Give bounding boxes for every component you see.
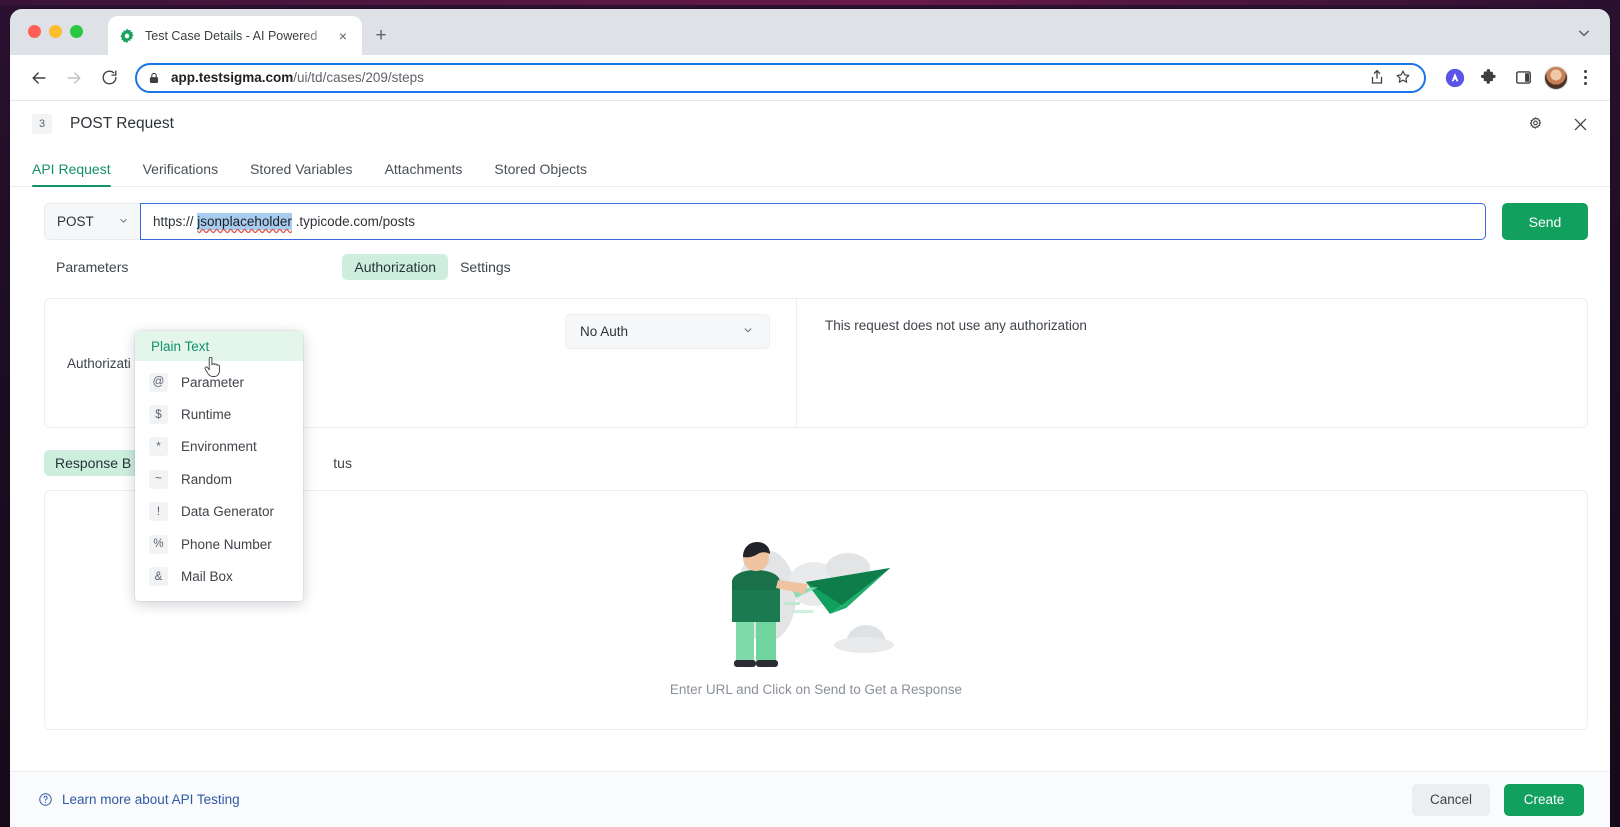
response-tab-status[interactable]: tus — [322, 450, 363, 476]
dropdown-item-random[interactable]: ~ Random — [135, 463, 303, 495]
subtab-parameters[interactable]: Parameters — [44, 254, 140, 280]
dropdown-item-runtime[interactable]: $ Runtime — [135, 398, 303, 430]
address-bar[interactable]: app.testsigma.com/ui/td/cases/209/steps — [135, 62, 1426, 93]
extensions-puzzle-icon[interactable] — [1476, 65, 1502, 91]
tab-list-chevron-down-icon[interactable] — [1574, 23, 1594, 43]
dropdown-item-data-generator[interactable]: ! Data Generator — [135, 496, 303, 528]
dropdown-item-label: Random — [181, 471, 233, 487]
request-url-input[interactable]: https:// jsonplaceholder .typicode.com/p… — [140, 203, 1486, 240]
address-bar-url: app.testsigma.com/ui/td/cases/209/steps — [171, 70, 1362, 85]
authorization-label: Authorizati — [67, 355, 131, 371]
send-button[interactable]: Send — [1502, 203, 1588, 240]
desktop-accent-stripe — [0, 0, 1620, 5]
app-page: 3 POST Request API Request Verifications… — [10, 101, 1610, 827]
browser-tab[interactable]: Test Case Details - AI Powered × — [108, 16, 362, 55]
page-title: POST Request — [70, 115, 174, 132]
close-window-button[interactable] — [28, 25, 41, 38]
dropdown-item-phone-number[interactable]: % Phone Number — [135, 528, 303, 560]
mouse-cursor-pointer-icon — [204, 356, 221, 378]
url-prefix-text: https:// — [153, 214, 194, 229]
dropdown-item-mail-box[interactable]: & Mail Box — [135, 560, 303, 592]
learn-more-link[interactable]: Learn more about API Testing — [38, 792, 240, 807]
share-icon[interactable] — [1368, 68, 1388, 88]
dropdown-item-label: Data Generator — [181, 504, 275, 520]
chevron-down-icon — [117, 214, 130, 230]
section-tabs: API Request Verifications Stored Variabl… — [10, 147, 1610, 187]
http-method-select[interactable]: POST — [44, 203, 140, 240]
lock-icon — [147, 71, 161, 85]
chevron-down-icon — [741, 323, 755, 340]
browser-window: Test Case Details - AI Powered × + app.t… — [10, 9, 1610, 827]
maximize-window-button[interactable] — [70, 25, 83, 38]
url-selected-text: jsonplaceholder — [197, 213, 292, 230]
browser-toolbar: app.testsigma.com/ui/td/cases/209/steps — [10, 55, 1610, 101]
tab-attachments[interactable]: Attachments — [385, 161, 463, 186]
forward-arrow-icon — [59, 63, 89, 93]
bookmark-star-icon[interactable] — [1394, 68, 1414, 88]
dropdown-item-label: Phone Number — [181, 536, 272, 552]
new-tab-button[interactable]: + — [370, 24, 392, 46]
percent-symbol-icon: % — [149, 534, 168, 554]
window-traffic-lights[interactable] — [28, 25, 83, 38]
step-header: 3 POST Request — [10, 101, 1610, 147]
subtab-authorization[interactable]: Authorization — [342, 254, 449, 280]
ampersand-symbol-icon: & — [149, 567, 168, 587]
reload-icon[interactable] — [94, 63, 124, 93]
tilde-symbol-icon: ~ — [149, 469, 168, 489]
side-panel-icon[interactable] — [1510, 65, 1536, 91]
learn-more-label: Learn more about API Testing — [62, 792, 240, 807]
url-host: app.testsigma.com — [171, 70, 294, 85]
dropdown-item-label: Runtime — [181, 407, 232, 423]
testsigma-gear-icon — [118, 27, 136, 45]
http-method-value: POST — [57, 214, 94, 229]
authorization-type-select[interactable]: No Auth — [565, 314, 770, 349]
authorization-type-value: No Auth — [580, 324, 629, 339]
browser-menu-kebab-icon[interactable] — [1574, 67, 1596, 89]
tab-stored-variables[interactable]: Stored Variables — [250, 161, 352, 186]
browser-tab-strip: Test Case Details - AI Powered × + — [10, 9, 1610, 55]
request-subtabs: Parameters Authorization Settings — [10, 240, 1610, 280]
authorization-description: This request does not use any authorizat… — [825, 318, 1087, 333]
create-button[interactable]: Create — [1504, 783, 1584, 816]
tab-verifications[interactable]: Verifications — [143, 161, 218, 186]
screen: Test Case Details - AI Powered × + app.t… — [0, 0, 1620, 827]
request-url-row: POST https:// jsonplaceholder .typicode.… — [10, 187, 1610, 240]
close-icon[interactable] — [1571, 115, 1590, 134]
tab-api-request[interactable]: API Request — [32, 161, 111, 187]
back-arrow-icon[interactable] — [24, 63, 54, 93]
profile-avatar[interactable] — [1544, 65, 1568, 90]
dropdown-item-label: Mail Box — [181, 569, 233, 585]
step-number-badge: 3 — [32, 114, 52, 134]
minimize-window-button[interactable] — [49, 25, 62, 38]
gear-icon[interactable] — [1526, 115, 1545, 134]
response-tab-body[interactable]: Response B — [44, 450, 143, 476]
url-path: /ui/td/cases/209/steps — [293, 70, 424, 85]
url-suffix-text: .typicode.com/posts — [295, 214, 415, 229]
browser-tab-title: Test Case Details - AI Powered — [145, 28, 318, 43]
dropdown-item-label: Environment — [181, 439, 257, 455]
header-actions — [1526, 115, 1590, 134]
asterisk-symbol-icon: * — [149, 437, 168, 457]
tab-close-icon[interactable]: × — [334, 27, 352, 45]
question-circle-icon — [38, 792, 53, 807]
tab-stored-objects[interactable]: Stored Objects — [494, 161, 587, 186]
dropdown-item-environment[interactable]: * Environment — [135, 431, 303, 463]
footer-buttons: Cancel Create — [1412, 783, 1584, 816]
exclamation-symbol-icon: ! — [149, 502, 168, 522]
at-symbol-icon: @ — [149, 372, 168, 392]
cancel-button[interactable]: Cancel — [1412, 783, 1490, 816]
ai-extension-icon[interactable] — [1442, 65, 1468, 91]
response-empty-text: Enter URL and Click on Send to Get a Res… — [669, 681, 963, 697]
dollar-symbol-icon: $ — [149, 405, 168, 425]
authorization-right: This request does not use any authorizat… — [797, 299, 1587, 427]
dialog-footer: Learn more about API Testing Cancel Crea… — [10, 771, 1610, 827]
subtab-settings[interactable]: Settings — [448, 254, 523, 280]
person-launching-paper-plane-illustration — [696, 524, 936, 674]
